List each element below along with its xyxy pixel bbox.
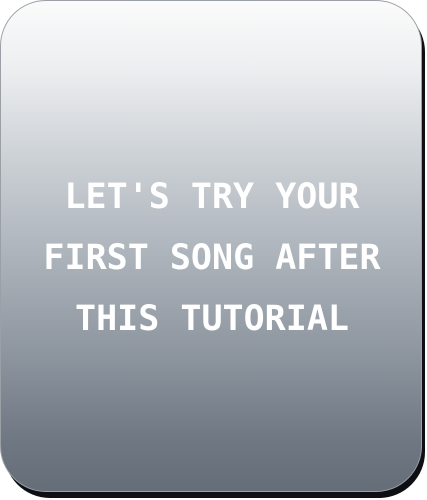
message-line-3: THIS TUTORIAL <box>75 299 349 339</box>
message-line-2: FIRST SONG AFTER <box>43 238 381 278</box>
tutorial-message: LET'S TRY YOUR FIRST SONG AFTER THIS TUT… <box>21 167 403 350</box>
message-line-1: LET'S TRY YOUR <box>64 177 360 217</box>
tutorial-message-panel: LET'S TRY YOUR FIRST SONG AFTER THIS TUT… <box>0 0 422 492</box>
